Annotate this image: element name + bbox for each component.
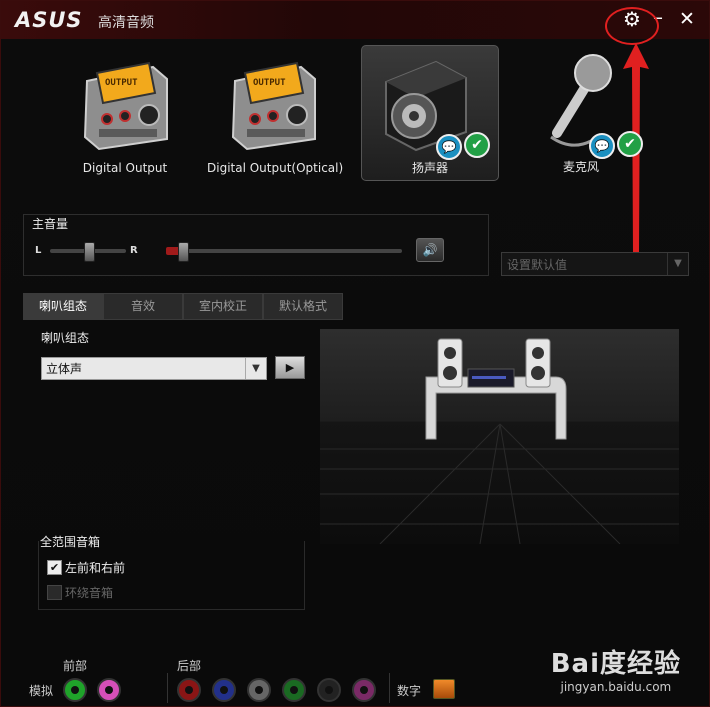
tab-default-format[interactable]: 默认格式 <box>263 293 343 320</box>
device-label: Digital Output <box>82 161 168 175</box>
watermark-url: jingyan.baidu.com <box>560 680 672 694</box>
front-left-right-checkbox[interactable]: ✔ <box>47 560 62 575</box>
rear-jacks-label: 后部 <box>177 659 202 673</box>
tab-sound-effects[interactable]: 音效 <box>103 293 183 320</box>
chevron-down-icon: ▼ <box>667 253 688 275</box>
master-volume-title: 主音量 <box>32 217 69 231</box>
digital-output-icon: OUTPUT <box>83 61 168 151</box>
device-label: 麦克风 <box>562 160 599 174</box>
digital-label: 数字 <box>397 684 422 698</box>
volume-slider-track[interactable] <box>166 249 402 253</box>
microphone-icon <box>550 54 615 148</box>
rear-jack-purple[interactable] <box>352 678 376 702</box>
speaker-config-label: 喇叭组态 <box>41 331 90 345</box>
mute-button[interactable]: 🔊 <box>416 238 444 262</box>
set-default-dropdown[interactable]: 设置默认值 ▼ <box>501 252 689 276</box>
device-digital-output-optical[interactable]: OUTPUT Digital Output(Optical) <box>207 45 343 179</box>
speaker-icon <box>385 60 467 152</box>
master-volume-panel: 主音量 L R 🔊 <box>23 214 489 276</box>
speaker-config-value: 立体声 <box>46 362 83 376</box>
front-left-right-label: 左前和右前 <box>65 561 126 575</box>
set-default-label: 设置默认值 <box>507 258 568 272</box>
device-label: 扬声器 <box>411 161 448 175</box>
close-button[interactable]: ✕ <box>679 9 695 29</box>
digital-output-optical-icon: OUTPUT <box>231 61 316 151</box>
baidu-watermark: Bai度经验 jingyan.baidu.com <box>551 643 681 694</box>
surround-label: 环绕音箱 <box>65 586 114 600</box>
svg-text:OUTPUT: OUTPUT <box>105 78 138 88</box>
rear-jack-green[interactable] <box>282 678 306 702</box>
tab-speaker-config[interactable]: 喇叭组态 <box>23 293 103 320</box>
audio-manager-window: ASUS 高清音频 ⚙ – ✕ OUTPUT Digital Output OU… <box>0 0 710 707</box>
rear-jack-black[interactable] <box>317 678 341 702</box>
front-jack-green[interactable] <box>63 678 87 702</box>
play-test-button[interactable]: ▶ <box>275 356 305 379</box>
rear-jack-gray[interactable] <box>247 678 271 702</box>
front-jacks-label: 前部 <box>63 659 88 673</box>
watermark-logo: Bai度经验 <box>550 649 681 679</box>
app-title: 高清音频 <box>98 15 154 31</box>
volume-slider-handle[interactable] <box>178 242 189 262</box>
checkmark-icon: ✔ <box>464 132 490 158</box>
checkmark-icon: ✔ <box>617 131 643 157</box>
front-jack-pink[interactable] <box>97 678 121 702</box>
title-bar[interactable]: ASUS 高清音频 ⚙ – ✕ <box>1 1 709 45</box>
tab-room-correction[interactable]: 室内校正 <box>183 293 263 320</box>
svg-text:OUTPUT: OUTPUT <box>253 78 286 88</box>
balance-right-label: R <box>130 245 138 256</box>
digital-port-icon[interactable] <box>433 679 455 699</box>
rear-jack-red[interactable] <box>177 678 201 702</box>
device-microphone[interactable]: 💬 ✔ 麦克风 <box>513 45 649 179</box>
rear-jack-blue[interactable] <box>212 678 236 702</box>
speaker-preview <box>320 329 679 544</box>
chat-icon: 💬 <box>589 133 615 159</box>
balance-slider-handle[interactable] <box>84 242 95 262</box>
jack-separator <box>389 673 390 703</box>
full-range-title: 全范围音箱 <box>40 535 101 549</box>
surround-checkbox[interactable] <box>47 585 62 600</box>
stereo-preview-image <box>320 338 679 544</box>
chevron-down-icon: ▼ <box>245 358 266 379</box>
jack-separator <box>167 673 168 703</box>
asus-logo: ASUS <box>15 8 83 32</box>
balance-left-label: L <box>35 245 42 256</box>
device-digital-output[interactable]: OUTPUT Digital Output <box>57 45 193 179</box>
annotation-circle <box>605 7 659 45</box>
chat-icon: 💬 <box>436 134 462 160</box>
volume-icon: 🔊 <box>422 243 438 257</box>
device-label: Digital Output(Optical) <box>207 161 344 175</box>
play-icon: ▶ <box>285 361 295 374</box>
device-speakers[interactable]: 💬 ✔ 扬声器 <box>361 45 499 181</box>
speaker-config-select[interactable]: 立体声 ▼ <box>41 357 267 380</box>
analog-label: 模拟 <box>29 684 54 698</box>
